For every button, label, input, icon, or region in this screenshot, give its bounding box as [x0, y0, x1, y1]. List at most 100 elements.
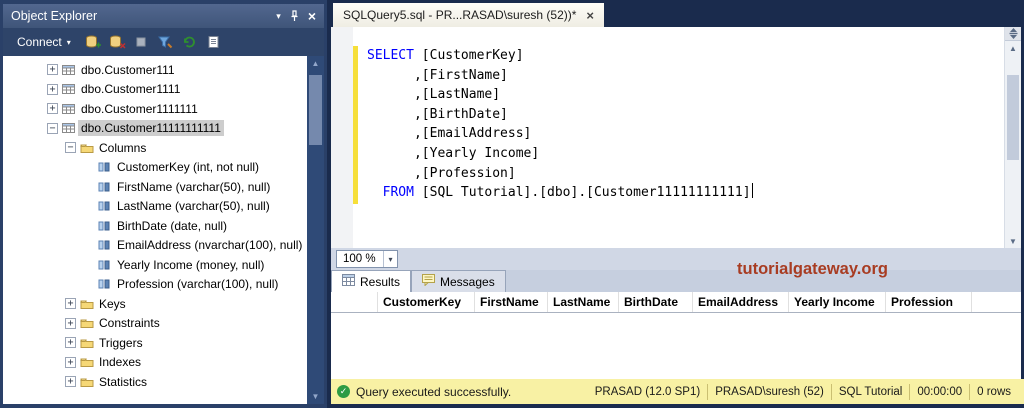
- panel-title: Object Explorer: [11, 9, 98, 23]
- object-explorer-panel: Object Explorer ▾ × Connect ▾ + dbo.Custo…: [0, 0, 327, 408]
- filter-icon[interactable]: [155, 33, 176, 52]
- tree-item-label: dbo.Customer111: [81, 62, 175, 77]
- code-line[interactable]: ,[LastName]: [367, 85, 753, 105]
- tree-item[interactable]: + dbo.Customer111: [3, 60, 307, 80]
- column-header-customerkey[interactable]: CustomerKey: [378, 292, 475, 312]
- column-header-birthdate[interactable]: BirthDate: [619, 292, 693, 312]
- row-header-corner[interactable]: [331, 292, 378, 312]
- code-line[interactable]: ,[FirstName]: [367, 66, 753, 86]
- disconnect-icon[interactable]: [107, 33, 128, 52]
- scrollbar-thumb[interactable]: [309, 75, 322, 145]
- status-rows: 0 rows: [977, 385, 1011, 398]
- tree-item[interactable]: + Constraints: [3, 314, 307, 334]
- watermark: tutorialgateway.org: [737, 260, 888, 278]
- expand-icon[interactable]: +: [65, 337, 76, 349]
- expand-icon[interactable]: +: [65, 317, 76, 329]
- messages-icon: [422, 274, 436, 289]
- tab-close-icon[interactable]: ×: [586, 8, 594, 23]
- column-header-firstname[interactable]: FirstName: [475, 292, 548, 312]
- zoom-selector[interactable]: 100 % ▾: [336, 250, 398, 268]
- tree-scrollbar[interactable]: ▲ ▼: [307, 56, 324, 404]
- connect-button[interactable]: Connect ▾: [9, 32, 79, 52]
- stop-icon[interactable]: [131, 33, 152, 52]
- tree-item[interactable]: + dbo.Customer1111111: [3, 99, 307, 119]
- tree-item[interactable]: EmailAddress (nvarchar(100), null): [3, 236, 307, 256]
- code-line[interactable]: FROM [SQL Tutorial].[dbo].[Customer11111…: [367, 183, 754, 203]
- document-tab[interactable]: SQLQuery5.sql - PR...RASAD\suresh (52))*…: [333, 3, 605, 27]
- tree-item[interactable]: + Statistics: [3, 372, 307, 392]
- object-explorer-tree: + dbo.Customer111 + dbo.Customer1111 + dbo.Cu…: [3, 56, 307, 404]
- expand-icon[interactable]: +: [65, 356, 76, 368]
- folder-icon: [80, 142, 96, 154]
- expand-spacer: [83, 220, 94, 231]
- tree-item[interactable]: FirstName (varchar(50), null): [3, 177, 307, 197]
- status-message: Query executed successfully.: [356, 384, 512, 399]
- results-grid: CustomerKey FirstName LastName BirthDate Ema…: [331, 292, 1021, 379]
- expand-icon[interactable]: +: [65, 376, 76, 388]
- folder-icon: [80, 337, 96, 349]
- tree-item[interactable]: Yearly Income (money, null): [3, 255, 307, 275]
- connect-icon[interactable]: [83, 33, 104, 52]
- scroll-up-icon[interactable]: ▲: [307, 56, 324, 71]
- object-explorer-titlebar[interactable]: Object Explorer ▾ ×: [3, 4, 324, 28]
- window-position-icon[interactable]: ▾: [276, 11, 281, 22]
- tab-results[interactable]: Results: [331, 270, 412, 292]
- scroll-up-icon[interactable]: ▲: [1005, 41, 1021, 55]
- collapse-icon[interactable]: −: [47, 122, 58, 134]
- code-line[interactable]: ,[EmailAddress]: [367, 124, 753, 144]
- splitter-button[interactable]: [1005, 27, 1021, 41]
- column-header-lastname[interactable]: LastName: [548, 292, 619, 312]
- tree-item[interactable]: + Triggers: [3, 333, 307, 353]
- tree-item[interactable]: CustomerKey (int, not null): [3, 158, 307, 178]
- sql-editor[interactable]: SELECT [CustomerKey] ,[FirstName] ,[Last…: [331, 27, 1021, 248]
- tree-item[interactable]: Profession (varchar(100), null): [3, 275, 307, 295]
- scroll-down-icon[interactable]: ▼: [1005, 234, 1021, 248]
- tree-item[interactable]: + dbo.Customer1111: [3, 80, 307, 100]
- editor-footer: 100 % ▾: [331, 248, 1021, 270]
- expand-icon[interactable]: +: [47, 64, 58, 76]
- results-grid-icon: [342, 274, 355, 289]
- expand-spacer: [83, 259, 94, 270]
- expand-icon[interactable]: +: [65, 298, 76, 310]
- editor-scrollbar[interactable]: ▲ ▼: [1004, 27, 1021, 248]
- column-icon: [98, 259, 114, 271]
- table-icon: [62, 83, 78, 95]
- expand-icon[interactable]: +: [47, 103, 58, 115]
- column-header-yearly-income[interactable]: Yearly Income: [789, 292, 886, 312]
- column-icon: [98, 220, 114, 232]
- tree-item[interactable]: − Columns: [3, 138, 307, 158]
- status-server: PRASAD (12.0 SP1): [594, 385, 701, 398]
- expand-spacer: [83, 162, 94, 173]
- object-explorer-toolbar: Connect ▾: [3, 28, 324, 56]
- tree-item-label: dbo.Customer1111111: [81, 101, 198, 116]
- code-line[interactable]: ,[BirthDate]: [367, 105, 753, 125]
- pin-icon[interactable]: [289, 10, 300, 22]
- scrollbar-thumb[interactable]: [1007, 75, 1019, 160]
- tree-item-label: EmailAddress (nvarchar(100), null): [117, 238, 303, 253]
- status-bar: ✓ Query executed successfully. PRASAD (1…: [331, 379, 1024, 404]
- results-tabstrip: Results Messages: [331, 270, 1021, 292]
- tree-item[interactable]: LastName (varchar(50), null): [3, 197, 307, 217]
- script-icon[interactable]: [203, 33, 224, 52]
- code-line[interactable]: ,[Yearly Income]: [367, 144, 753, 164]
- scroll-down-icon[interactable]: ▼: [307, 389, 324, 404]
- close-icon[interactable]: ×: [308, 8, 316, 24]
- tab-messages[interactable]: Messages: [411, 270, 506, 292]
- tree-item[interactable]: − dbo.Customer11111111111: [3, 119, 307, 139]
- code-line[interactable]: ,[Profession]: [367, 164, 753, 184]
- code-line[interactable]: SELECT [CustomerKey]: [367, 46, 753, 66]
- collapse-icon[interactable]: −: [65, 142, 76, 154]
- tree-item[interactable]: + Keys: [3, 294, 307, 314]
- tree-item[interactable]: + Indexes: [3, 353, 307, 373]
- chevron-down-icon[interactable]: ▾: [383, 251, 397, 267]
- column-header-emailaddress[interactable]: EmailAddress: [693, 292, 789, 312]
- column-header-profession[interactable]: Profession: [886, 292, 972, 312]
- tree-item[interactable]: BirthDate (date, null): [3, 216, 307, 236]
- expand-icon[interactable]: +: [47, 83, 58, 95]
- refresh-icon[interactable]: [179, 33, 200, 52]
- column-icon: [98, 161, 114, 173]
- change-tracking-bar: [353, 46, 358, 204]
- tree-item-label: Statistics: [99, 374, 148, 389]
- tree-item-label: CustomerKey (int, not null): [117, 160, 260, 175]
- tab-label: Results: [360, 274, 401, 289]
